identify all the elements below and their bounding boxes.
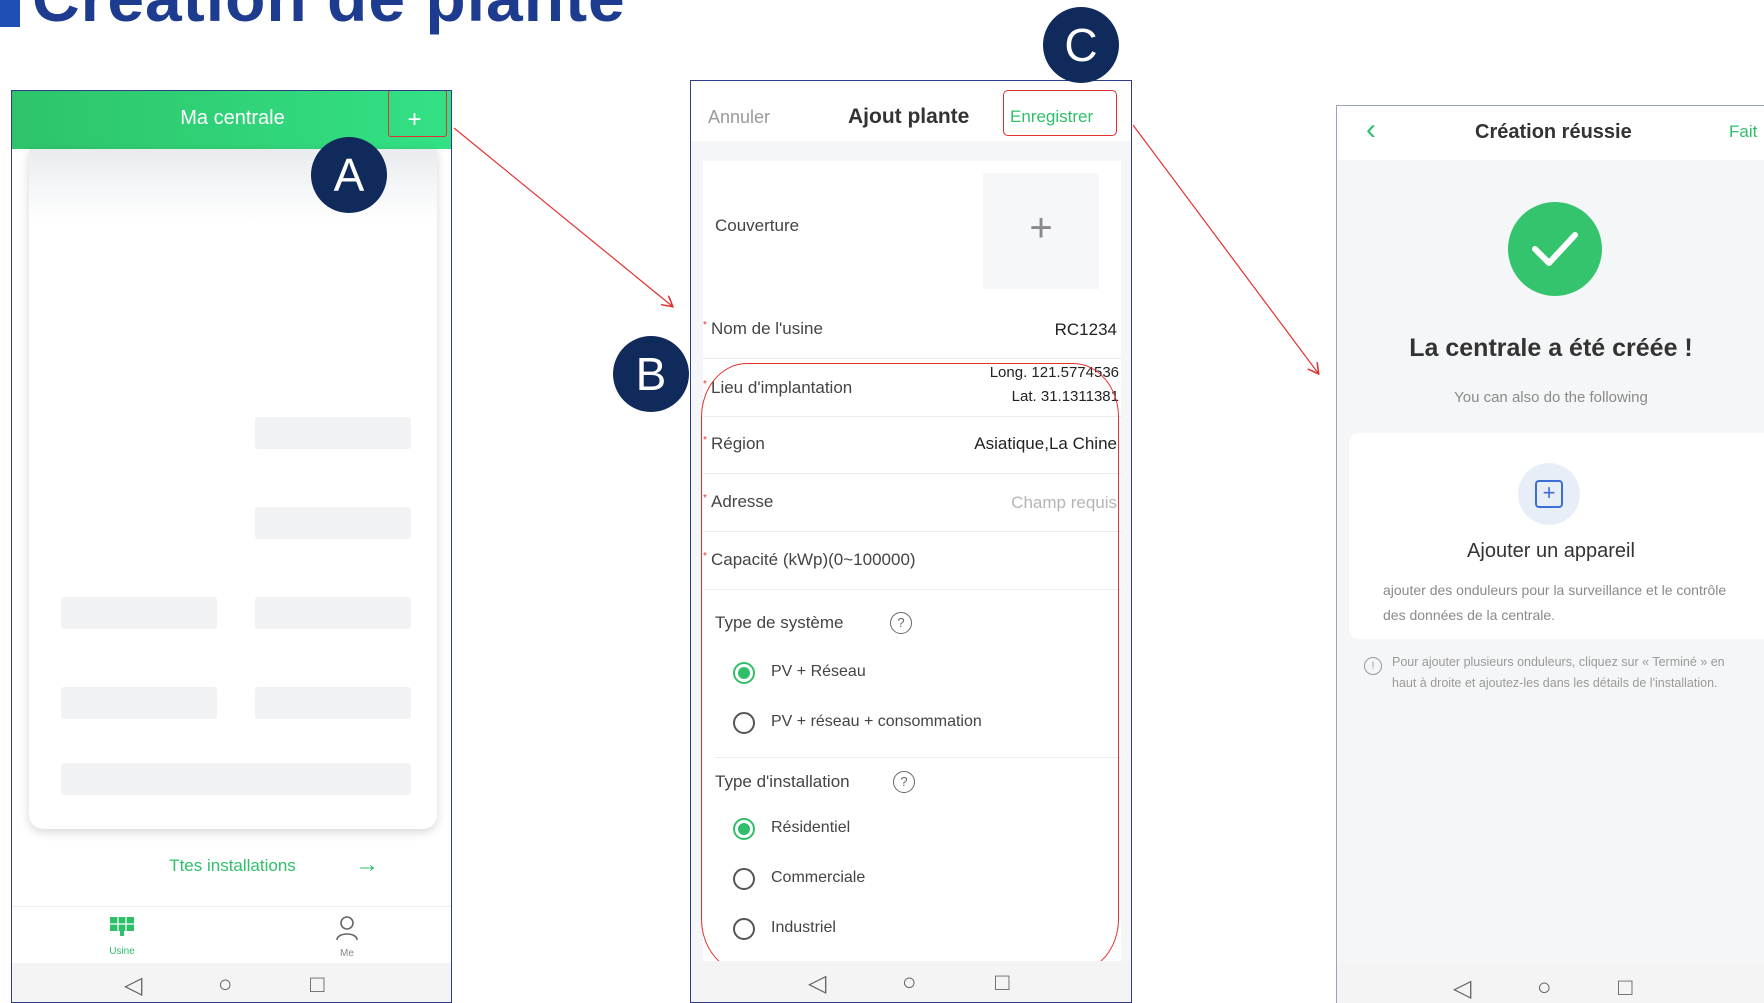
annotation-arrows <box>453 124 1764 1003</box>
screenshot-root: Création de plante Ma centrale + Ttes in… <box>0 0 1764 1003</box>
marker-a: A <box>311 137 387 213</box>
arrow-a-to-b <box>453 127 672 306</box>
marker-c: C <box>1043 7 1119 83</box>
marker-b: B <box>613 336 689 412</box>
arrow-c-to-success <box>1132 124 1318 373</box>
